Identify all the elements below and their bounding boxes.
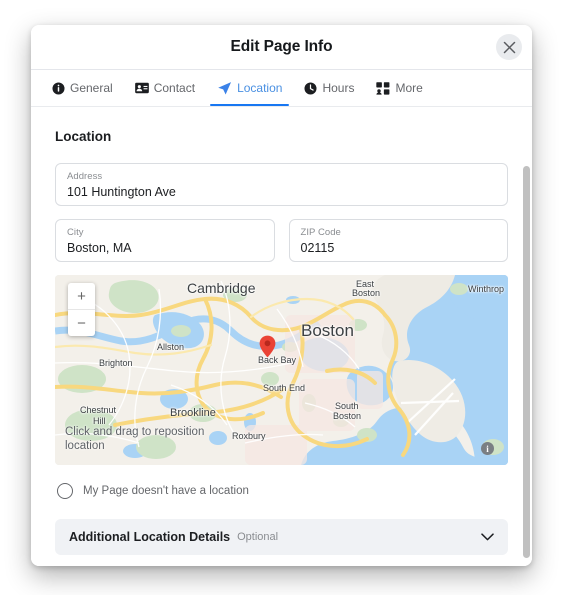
tab-general[interactable]: General	[41, 70, 124, 106]
map-zoom-in-button[interactable]: +	[68, 283, 95, 309]
tab-location-label: Location	[237, 81, 283, 95]
tab-more[interactable]: More	[365, 70, 433, 106]
additional-location-details-accordion[interactable]: Additional Location Details Optional	[55, 519, 508, 555]
no-location-option[interactable]: My Page doesn't have a location	[55, 483, 508, 499]
map-zoom-out-button[interactable]: −	[68, 310, 95, 336]
address-field[interactable]: Address 101 Huntington Ave	[55, 163, 508, 206]
zip-field[interactable]: ZIP Code 02115	[288, 219, 508, 262]
modal-scrollbar-thumb[interactable]	[523, 166, 530, 558]
city-label: City	[67, 227, 84, 238]
map-zoom-controls[interactable]: + −	[68, 283, 95, 336]
navigation-arrow-icon	[217, 81, 232, 96]
accordion-title: Additional Location Details	[69, 530, 231, 544]
map-drag-hint: Click and drag to reposition location	[65, 426, 205, 452]
city-value: Boston, MA	[67, 241, 132, 255]
clock-icon	[304, 81, 317, 95]
modal-header: Edit Page Info	[31, 25, 532, 70]
address-value: 101 Huntington Ave	[67, 185, 176, 199]
tab-contact-label: Contact	[153, 81, 196, 95]
location-panel: Location Address 101 Huntington Ave City…	[31, 129, 532, 555]
grid-people-icon	[376, 81, 390, 95]
accordion-optional-badge: Optional	[237, 531, 279, 543]
tab-hours[interactable]: Hours	[293, 70, 365, 106]
page-title: Edit Page Info	[230, 38, 333, 55]
map-attribution-icon[interactable]: i	[481, 442, 494, 455]
city-zip-row: City Boston, MA ZIP Code 02115	[55, 219, 508, 262]
radio-button-icon[interactable]	[57, 483, 73, 499]
zip-label: ZIP Code	[300, 227, 341, 238]
tab-more-label: More	[395, 81, 423, 95]
location-map[interactable]: Cambridge Boston East Boston Winthrop Allston…	[55, 275, 508, 465]
tab-general-label: General	[70, 81, 113, 95]
modal-body: Location Address 101 Huntington Ave City…	[31, 107, 532, 566]
address-label: Address	[67, 171, 103, 182]
contact-card-icon	[134, 82, 149, 94]
section-title: Location	[55, 129, 112, 144]
screenshot-root: Edit Page Info General Contact Location …	[0, 0, 563, 595]
zip-value: 02115	[300, 241, 335, 255]
chevron-down-icon[interactable]	[481, 533, 494, 541]
city-field[interactable]: City Boston, MA	[55, 219, 275, 262]
modal-scrollbar-track[interactable]	[523, 152, 530, 565]
no-location-label: My Page doesn't have a location	[83, 485, 249, 497]
close-icon	[503, 41, 515, 53]
active-tab-underline	[210, 103, 290, 106]
edit-page-info-modal: Edit Page Info General Contact Location …	[31, 25, 532, 566]
tab-hours-label: Hours	[322, 81, 355, 95]
close-button[interactable]	[496, 34, 522, 60]
tab-contact[interactable]: Contact	[124, 70, 206, 106]
tab-bar: General Contact Location Hours More	[31, 70, 532, 107]
info-circle-icon	[52, 81, 65, 95]
map-pin-marker[interactable]	[259, 335, 276, 358]
tab-location[interactable]: Location	[206, 70, 293, 106]
